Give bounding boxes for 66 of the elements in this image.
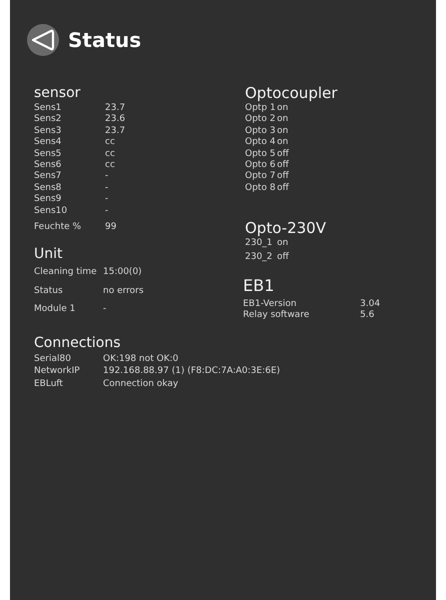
row-label: Cleaning time — [34, 267, 98, 279]
row-label: Sens9 — [34, 194, 62, 206]
row-label: Opto 7 — [245, 171, 276, 183]
row-value: 5.6 — [360, 310, 376, 322]
row-value: 23.6 — [105, 114, 126, 126]
row-value: 23.7 — [105, 103, 126, 114]
row-label: Sens5 — [34, 148, 62, 160]
row-value: - — [105, 182, 110, 194]
row-value: cc — [105, 160, 116, 172]
row-value: on — [277, 238, 289, 250]
row-label: 230_2 — [245, 252, 274, 264]
row-value: on — [277, 137, 289, 149]
row-label: 230_1 — [245, 238, 274, 250]
section-heading: Unit — [34, 245, 64, 264]
row-value: 23.7 — [105, 126, 126, 138]
row-label: Sens10 — [34, 206, 68, 218]
section-heading: EB1 — [243, 277, 276, 296]
row-label: Opto 2 — [245, 114, 276, 126]
row-value: Connection okay — [103, 378, 180, 390]
row-value: - — [105, 171, 110, 183]
row-label: Sens6 — [34, 160, 62, 171]
row-label: Sens2 — [34, 114, 62, 126]
row-label: Sens8 — [34, 182, 62, 194]
row-value: cc — [105, 148, 116, 160]
row-label: Opto 3 — [245, 126, 276, 137]
row-label: Sens7 — [34, 171, 62, 183]
row-label: Status — [34, 286, 64, 298]
row-label: Feuchte % — [34, 222, 82, 234]
row-label: EB1-Version — [243, 299, 298, 310]
row-label: Sens1 — [34, 103, 62, 114]
row-value: 15:00(0) — [103, 267, 143, 279]
row-value: - — [103, 304, 108, 316]
row-value: off — [277, 171, 289, 183]
page-title: Status — [68, 28, 142, 52]
row-label: Relay software — [243, 310, 310, 322]
row-value: cc — [105, 137, 116, 149]
row-value: off — [277, 160, 289, 171]
section-heading: Connections — [34, 334, 122, 352]
row-label: EBLuft — [34, 378, 64, 390]
section-heading: sensor — [34, 84, 82, 102]
row-value: 3.04 — [360, 299, 380, 310]
row-label: Opto 5 — [245, 148, 276, 160]
row-value: - — [105, 206, 110, 218]
row-label: Sens3 — [34, 126, 62, 137]
row-label: Opto 4 — [245, 137, 276, 149]
row-label: NetworkIP — [34, 365, 81, 378]
row-label: Opto 6 — [245, 160, 276, 171]
row-label: Opto 8 — [245, 182, 276, 194]
row-value: off — [277, 252, 289, 264]
back-icon[interactable] — [27, 24, 59, 56]
row-label: Optp 1 — [245, 103, 277, 114]
row-value: off — [277, 182, 289, 194]
section-heading: Opto-230V — [245, 219, 327, 238]
row-value: 192.168.88.97 (1) (F8:DC:7A:A0:3E:6E) — [103, 365, 280, 378]
row-value: no errors — [103, 286, 144, 298]
row-label: Serial80 — [34, 352, 72, 366]
row-value: 99 — [105, 222, 118, 234]
row-value: OK:198 not OK:0 — [103, 352, 180, 366]
row-value: off — [277, 148, 289, 160]
row-label: Module 1 — [34, 304, 76, 316]
row-label: Sens4 — [34, 137, 62, 149]
section-heading: Optocoupler — [245, 84, 338, 102]
row-value: - — [105, 194, 110, 206]
row-value: on — [277, 126, 289, 138]
row-value: on — [277, 114, 289, 126]
row-value: on — [277, 103, 289, 114]
